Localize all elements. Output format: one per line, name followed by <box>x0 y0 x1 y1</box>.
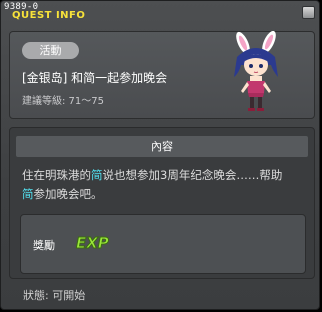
activity-tag: 活動 <box>22 42 79 59</box>
window-title: QUEST INFO <box>12 10 86 21</box>
desc-text-2: 说也想参加3周年纪念晚会……帮助 <box>102 168 283 182</box>
desc-text-3: 参加晚会吧。 <box>33 187 103 201</box>
npc-name-highlight: 简 <box>22 187 34 201</box>
quest-name: [金银岛] 和简一起参加晚会 <box>22 71 168 85</box>
npc-name-highlight: 简 <box>91 168 103 182</box>
close-icon[interactable] <box>302 6 315 19</box>
recommended-level: 建議等級: 71～75 <box>22 96 104 107</box>
quest-info-window: 9389-0 QUEST INFO 活動 [金银岛] 和简一起参加晚会 建議等級… <box>0 0 320 310</box>
desc-text-1: 住在明珠港的 <box>22 168 91 182</box>
reward-label: 獎勵 <box>33 239 55 252</box>
exp-text: EXP <box>76 234 109 251</box>
quest-description: 住在明珠港的简说也想参加3周年纪念晚会……帮助 简参加晚会吧。 <box>22 166 307 204</box>
content-header: 內容 <box>16 136 308 157</box>
quest-detail-panel: 內容 住在明珠港的简说也想参加3周年纪念晚会……帮助 简参加晚会吧。 獎勵 EXP <box>9 127 315 279</box>
npc-character-icon <box>234 31 278 111</box>
quest-status: 狀態: 可開始 <box>23 289 86 302</box>
reward-box: 獎勵 EXP <box>20 214 306 274</box>
exp-icon: EXP <box>76 234 110 252</box>
title-bar[interactable]: 9389-0 QUEST INFO <box>1 1 319 23</box>
